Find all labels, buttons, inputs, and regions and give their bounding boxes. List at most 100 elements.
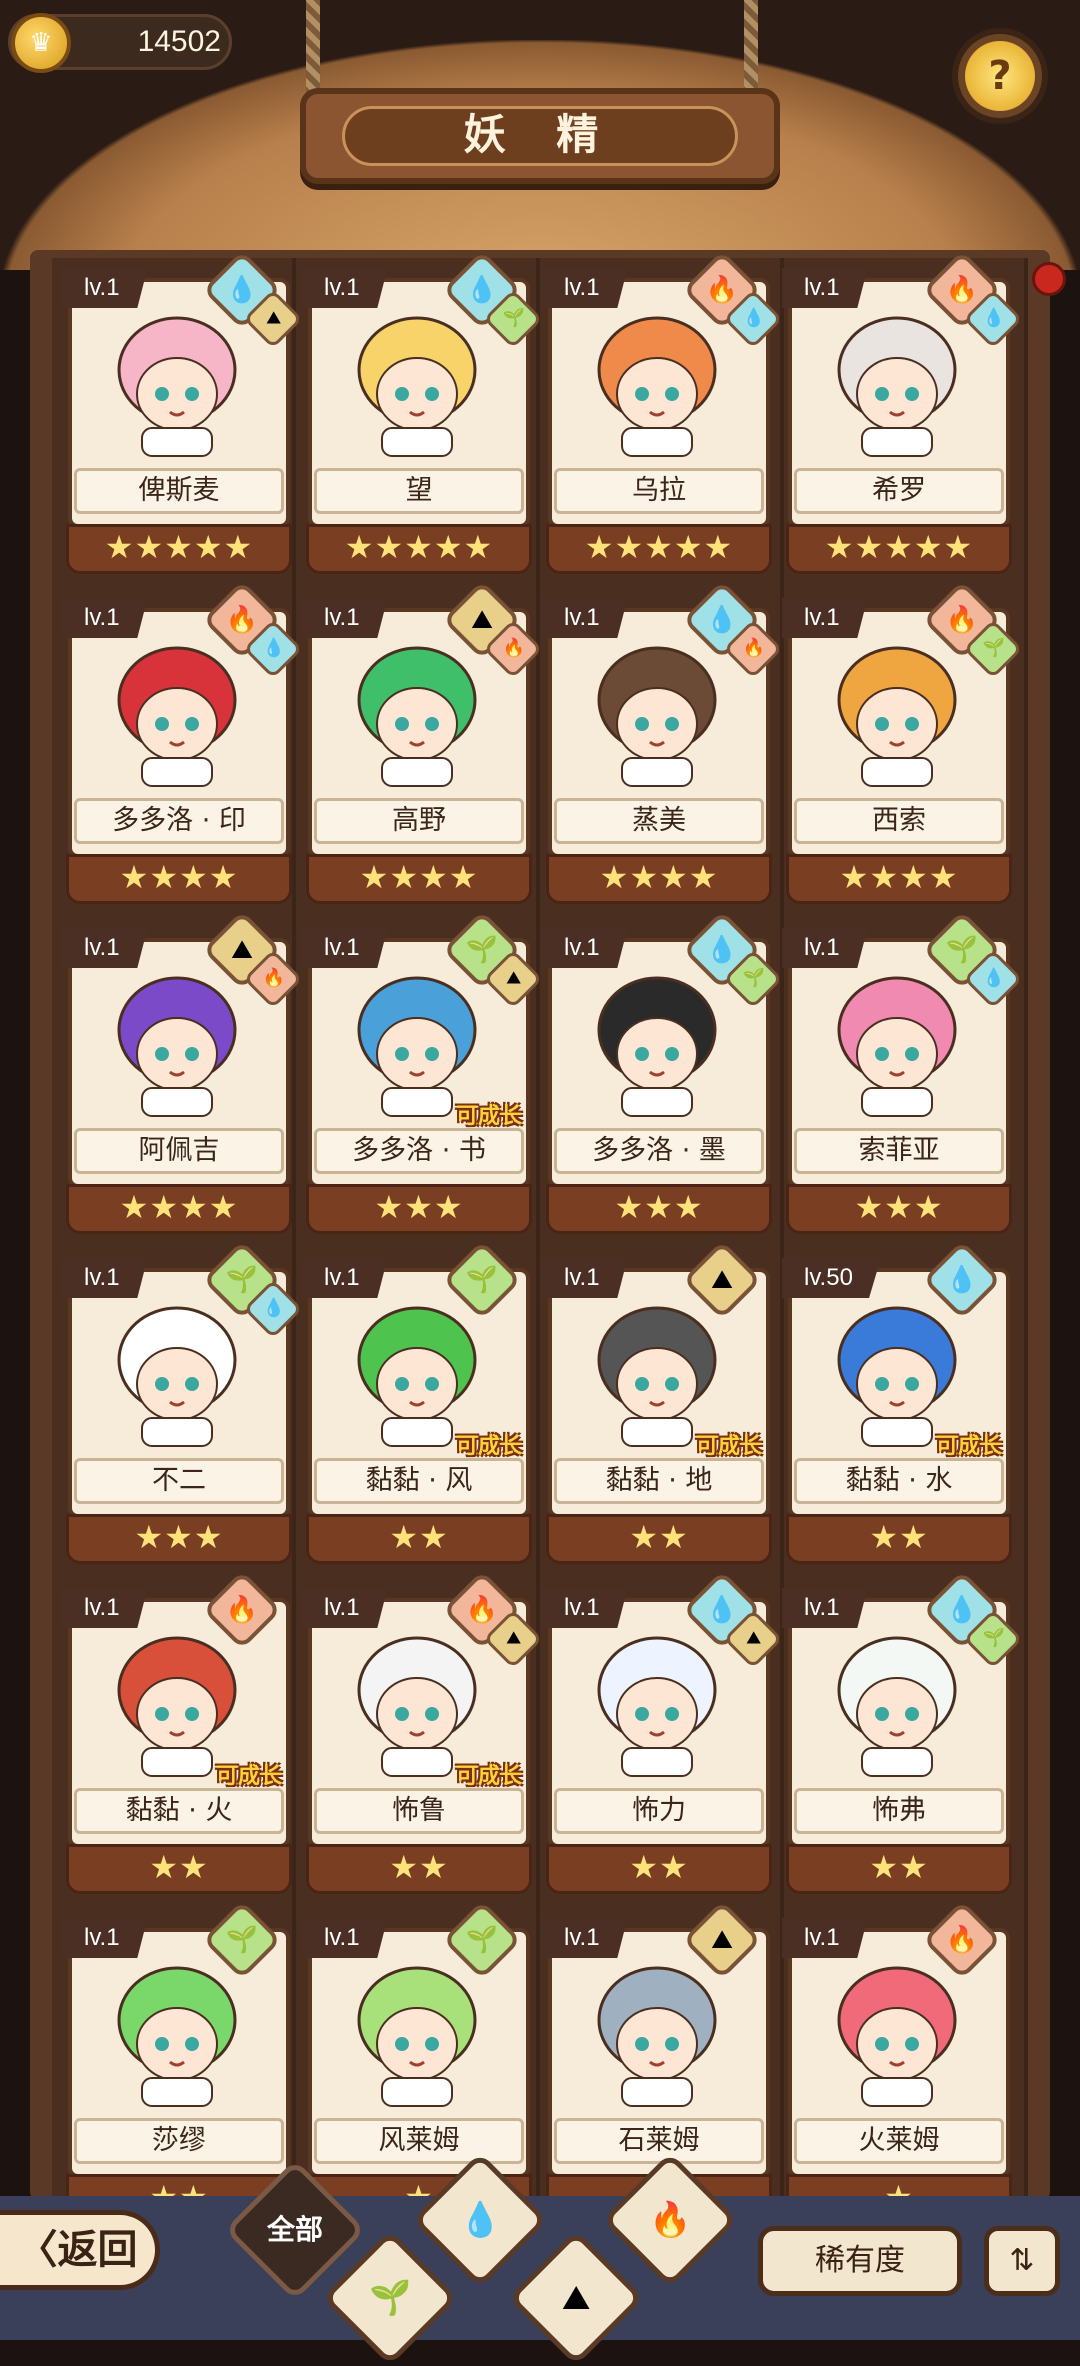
fairy-name: 怖弗 xyxy=(794,1788,1004,1834)
level-label: lv.1 xyxy=(62,598,148,638)
fairy-name: 乌拉 xyxy=(554,468,764,514)
star-rating: ★★★★ xyxy=(66,854,292,904)
fairy-portrait xyxy=(582,638,732,788)
fairy-card[interactable]: lv.1 俾斯麦 ★★★★★ 💧 ⛰ xyxy=(62,250,303,578)
fairy-portrait xyxy=(582,968,732,1118)
fairy-name: 多多洛 · 墨 xyxy=(554,1128,764,1174)
fairy-name: 多多洛 · 印 xyxy=(74,798,284,844)
fairy-card[interactable]: lv.1 望 ★★★★★ 💧 🌱 xyxy=(302,250,543,578)
fairy-card[interactable]: lv.1 蒸美 ★★★★ 💧 🔥 xyxy=(542,580,783,908)
star-rating: ★★★★ xyxy=(546,854,772,904)
help-sprout-icon: ? xyxy=(965,41,1035,111)
star-rating: ★★★★★ xyxy=(786,524,1012,574)
fairy-card[interactable]: lv.1 阿佩吉 ★★★★ ⛰ 🔥 xyxy=(62,910,303,1238)
fairy-card[interactable]: lv.1 怖力 ★★ 💧 ⛰ xyxy=(542,1570,783,1898)
can-grow-label: 可成长 xyxy=(695,1434,762,1459)
fairy-portrait xyxy=(822,638,972,788)
star-rating: ★★★★ xyxy=(306,854,532,904)
level-label: lv.1 xyxy=(782,268,868,308)
star-rating: ★★★ xyxy=(66,1514,292,1564)
level-label: lv.1 xyxy=(62,1258,148,1298)
can-grow-label: 可成长 xyxy=(455,1764,522,1789)
star-rating: ★★★★ xyxy=(786,854,1012,904)
star-rating: ★★★★★ xyxy=(546,524,772,574)
star-rating: ★★ xyxy=(306,1844,532,1894)
fairy-name: 多多洛 · 书 xyxy=(314,1128,524,1174)
fairy-name: 怖鲁 xyxy=(314,1788,524,1834)
fairy-portrait xyxy=(582,1628,732,1778)
level-label: lv.1 xyxy=(782,598,868,638)
fairy-name: 俾斯麦 xyxy=(74,468,284,514)
fairy-portrait xyxy=(582,1298,732,1448)
level-label: lv.1 xyxy=(302,268,388,308)
level-label: lv.1 xyxy=(542,598,628,638)
fairy-card[interactable]: lv.1火莱姆★🔥 xyxy=(782,1900,1016,2228)
coin-counter: ♛ 14502 xyxy=(8,13,232,73)
fairy-card[interactable]: lv.1 希罗 ★★★★★ 🔥 💧 xyxy=(782,250,1023,578)
title-plate: 妖 精 xyxy=(300,88,780,184)
help-button[interactable]: ? xyxy=(952,28,1048,124)
star-rating: ★★ xyxy=(786,1844,1012,1894)
level-label: lv.1 xyxy=(542,1588,628,1628)
star-rating: ★★ xyxy=(546,1844,772,1894)
fairy-portrait xyxy=(342,1298,492,1448)
star-rating: ★★ xyxy=(66,1844,292,1894)
can-grow-label: 可成长 xyxy=(935,1434,1002,1459)
fairy-card[interactable]: lv.1 黏黏 · 地 ★★ ⛰ 可成长 xyxy=(542,1240,776,1568)
level-label: lv.1 xyxy=(782,928,868,968)
fairy-name: 黏黏 · 火 xyxy=(74,1788,284,1834)
fairy-name: 蒸美 xyxy=(554,798,764,844)
fairy-card[interactable]: lv.1 多多洛 · 墨 ★★★ 💧 🌱 xyxy=(542,910,783,1238)
sort-order-button[interactable]: ⇅ xyxy=(984,2226,1060,2296)
earth-filter-icon: ⛰ xyxy=(561,2278,591,2318)
level-label: lv.1 xyxy=(302,1258,388,1298)
fairy-portrait xyxy=(102,1628,252,1778)
tab-all-label: 全部 xyxy=(266,2213,323,2246)
fairy-name: 索菲亚 xyxy=(794,1128,1004,1174)
coin-value: 14502 xyxy=(137,25,221,58)
fairy-card[interactable]: lv.1莎缪★★🌱 xyxy=(62,1900,296,2228)
fairy-card[interactable]: lv.50 黏黏 · 水 ★★ 💧 可成长 xyxy=(782,1240,1016,1568)
fairy-card[interactable]: lv.1 索菲亚 ★★★ 🌱 💧 xyxy=(782,910,1023,1238)
rarity-sort-button[interactable]: 稀有度 xyxy=(758,2226,962,2296)
level-label: lv.1 xyxy=(62,268,148,308)
fairy-portrait xyxy=(822,968,972,1118)
star-rating: ★★ xyxy=(546,1514,772,1564)
notification-dot-icon xyxy=(1032,262,1066,296)
star-rating: ★★★ xyxy=(306,1184,532,1234)
fairy-card[interactable]: lv.1 不二 ★★★ 🌱 💧 xyxy=(62,1240,303,1568)
fairy-portrait xyxy=(102,1958,252,2108)
fairy-name: 望 xyxy=(314,468,524,514)
fairy-card[interactable]: lv.1 黏黏 · 风 ★★ 🌱 可成长 xyxy=(302,1240,536,1568)
fairy-card[interactable]: lv.1 怖弗 ★★ 💧 🌱 xyxy=(782,1570,1023,1898)
fairy-card[interactable]: lv.1 黏黏 · 火 ★★ 🔥 可成长 xyxy=(62,1570,296,1898)
fairy-portrait xyxy=(822,308,972,458)
fairy-card[interactable]: lv.1 多多洛 · 书 ★★★ 🌱 ⛰ 可成长 xyxy=(302,910,543,1238)
fairy-portrait xyxy=(822,1958,972,2108)
fairy-portrait xyxy=(102,1298,252,1448)
can-grow-label: 可成长 xyxy=(455,1434,522,1459)
back-button[interactable]: 〈返回 xyxy=(0,2210,160,2290)
fairy-name: 黏黏 · 水 xyxy=(794,1458,1004,1504)
fairy-portrait xyxy=(822,1298,972,1448)
star-rating: ★★★★★ xyxy=(66,524,292,574)
fairy-card[interactable]: lv.1 乌拉 ★★★★★ 🔥 💧 xyxy=(542,250,783,578)
level-label: lv.1 xyxy=(302,1588,388,1628)
fairy-portrait xyxy=(102,968,252,1118)
fairy-card[interactable]: lv.1 怖鲁 ★★ 🔥 ⛰ 可成长 xyxy=(302,1570,543,1898)
fairy-card[interactable]: lv.1 多多洛 · 印 ★★★★ 🔥 💧 xyxy=(62,580,303,908)
fairy-card[interactable]: lv.1 高野 ★★★★ ⛰ 🔥 xyxy=(302,580,543,908)
fairy-portrait xyxy=(342,638,492,788)
level-label: lv.1 xyxy=(782,1588,868,1628)
level-label: lv.1 xyxy=(542,928,628,968)
level-label: lv.1 xyxy=(62,1918,148,1958)
fairy-portrait xyxy=(582,1958,732,2108)
fairy-portrait xyxy=(102,638,252,788)
fairy-card[interactable]: lv.1 西索 ★★★★ 🔥 🌱 xyxy=(782,580,1023,908)
level-label: lv.1 xyxy=(302,598,388,638)
level-label: lv.1 xyxy=(302,1918,388,1958)
fire-filter-icon: 🔥 xyxy=(648,2200,692,2240)
level-label: lv.1 xyxy=(782,1918,868,1958)
fairy-portrait xyxy=(822,1628,972,1778)
crown-coin-icon: ♛ xyxy=(11,13,71,73)
